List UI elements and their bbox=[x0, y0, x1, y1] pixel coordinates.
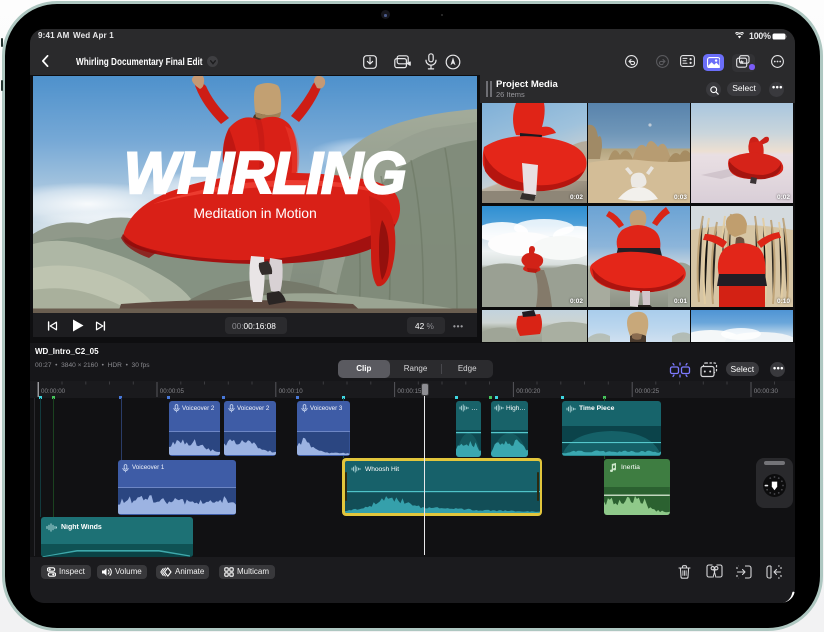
svg-text:00:00:05: 00:00:05 bbox=[160, 388, 185, 395]
svg-text:00:00:00: 00:00:00 bbox=[41, 388, 66, 395]
svg-text:00:00:30: 00:00:30 bbox=[754, 388, 779, 395]
svg-text:00:00:15: 00:00:15 bbox=[397, 388, 422, 395]
svg-text:00:00:20: 00:00:20 bbox=[516, 388, 541, 395]
svg-text:00:00:25: 00:00:25 bbox=[635, 388, 660, 395]
svg-text:00:00:10: 00:00:10 bbox=[279, 388, 304, 395]
